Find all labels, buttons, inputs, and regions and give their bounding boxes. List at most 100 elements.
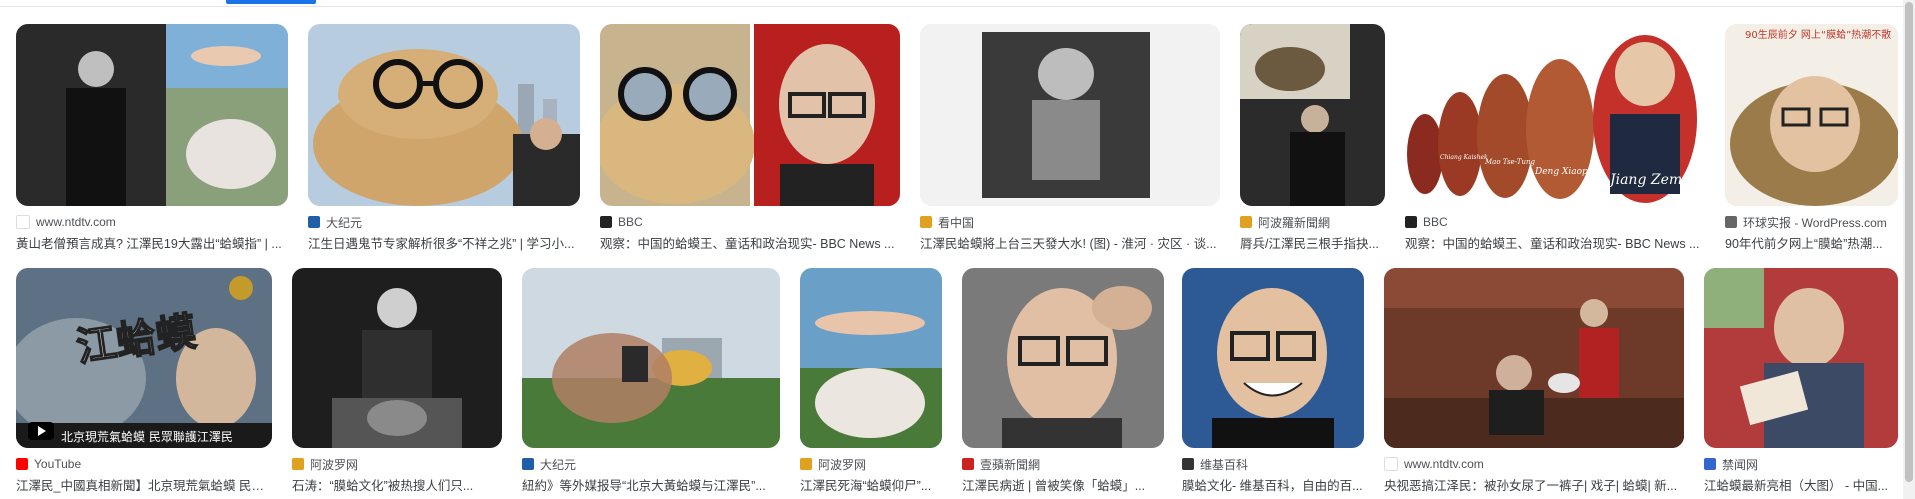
video-play-icon[interactable] — [28, 422, 54, 440]
result-image[interactable]: Jiang Zemin Deng Xiaoping Mao Tse-Tung C… — [1405, 24, 1705, 206]
result-card[interactable]: 90生辰前夕 网上“膜蛤”热潮不散 环球实报 - WordPress.com 9… — [1725, 24, 1898, 252]
result-card[interactable]: 阿波罗网 石涛：“膜蛤文化”被热搜人们只... — [292, 268, 502, 494]
source-name: YouTube — [34, 457, 82, 471]
result-title[interactable]: 江蛤蟆最新亮相（大图） - 中国... — [1704, 478, 1898, 494]
result-source[interactable]: BBC — [600, 214, 900, 230]
result-image[interactable] — [522, 268, 780, 448]
result-source[interactable]: www.ntdtv.com — [16, 214, 288, 230]
result-title[interactable]: 江澤民病逝 | 曾被笑像「蛤蟆」... — [962, 478, 1164, 494]
site-favicon-icon — [1384, 457, 1398, 471]
result-card[interactable]: 维基百科 膜蛤文化- 维基百科，自由的百... — [1182, 268, 1364, 494]
result-card[interactable]: BBC 观察：中国的蛤蟆王、童话和政治现实- BBC News ... — [600, 24, 900, 252]
source-name: 阿波罗网 — [310, 457, 359, 472]
result-title[interactable]: 观察：中国的蛤蟆王、童话和政治现实- BBC News ... — [600, 236, 900, 252]
source-name: www.ntdtv.com — [1404, 457, 1484, 471]
result-source[interactable]: 禁闻网 — [1704, 456, 1898, 472]
source-name: 阿波羅新聞網 — [1258, 215, 1331, 230]
site-favicon-icon — [1405, 216, 1417, 228]
source-name: 大纪元 — [540, 457, 577, 472]
source-name: 阿波罗网 — [818, 457, 867, 472]
result-card[interactable]: 大纪元 江生日遇鬼节专家解析很多“不祥之兆” | 学习小... — [308, 24, 580, 252]
result-title[interactable]: 紐約》等外媒报导“北京大黃蛤蟆与江澤民”... — [522, 478, 780, 494]
doll-signature: Jiang Zemin — [1607, 172, 1696, 188]
result-card[interactable]: 阿波羅新聞網 脣兵/江澤民三根手指抉... — [1240, 24, 1385, 252]
vertical-scrollbar[interactable] — [1903, 0, 1915, 499]
result-title[interactable]: 脣兵/江澤民三根手指抉... — [1240, 236, 1385, 252]
site-favicon-icon — [292, 458, 304, 470]
result-source[interactable]: 维基百科 — [1182, 456, 1364, 472]
result-card[interactable]: 江蛤蟆 北京現荒氣蛤蟆 民眾聯護江澤民 YouTube 江澤民_中國真相新聞】北… — [16, 268, 272, 494]
result-image[interactable] — [16, 24, 288, 206]
source-name: 禁闻网 — [1722, 457, 1759, 472]
result-source[interactable]: YouTube — [16, 456, 272, 472]
result-title[interactable]: 江澤民蛤蟆將上台三天發大水! (图) - 淮河 · 灾区 · 谈... — [920, 236, 1220, 252]
source-name: BBC — [618, 215, 643, 229]
result-image[interactable] — [600, 24, 900, 206]
result-image[interactable]: 江蛤蟆 北京現荒氣蛤蟆 民眾聯護江澤民 — [16, 268, 272, 448]
result-source[interactable]: 阿波罗网 — [292, 456, 502, 472]
source-name: 大纪元 — [326, 215, 363, 230]
source-name: 壹蘋新聞網 — [980, 457, 1041, 472]
frog-face-image: 90生辰前夕 网上“膜蛤”热潮不散 — [1725, 24, 1898, 206]
result-title[interactable]: 膜蛤文化- 维基百科，自由的百... — [1182, 478, 1364, 494]
result-image[interactable] — [962, 268, 1164, 448]
result-title[interactable]: 黃山老僧預言成真? 江澤民19大露出“蛤蟆指” | ... — [16, 236, 288, 252]
result-card[interactable]: www.ntdtv.com 黃山老僧預言成真? 江澤民19大露出“蛤蟆指” | … — [16, 24, 288, 252]
bw-podium-image — [292, 268, 502, 448]
source-name: 维基百科 — [1200, 457, 1249, 472]
result-title[interactable]: 石涛：“膜蛤文化”被热搜人们只... — [292, 478, 502, 494]
site-favicon-icon — [800, 458, 812, 470]
result-image[interactable]: 90生辰前夕 网上“膜蛤”热潮不散 — [1725, 24, 1898, 206]
result-title[interactable]: 江澤民死海“蛤蟆仰尸”... — [800, 478, 942, 494]
portrait-hand-head-image — [962, 268, 1164, 448]
site-favicon-icon — [1704, 458, 1716, 470]
source-name: BBC — [1423, 215, 1448, 229]
result-title[interactable]: 央视恶搞江泽民：被孙女尿了一裤子| 戏子| 蛤蟆| 新... — [1384, 478, 1684, 494]
hand-and-lake-image — [522, 268, 780, 448]
result-source[interactable]: 大纪元 — [522, 456, 780, 472]
result-image[interactable] — [292, 268, 502, 448]
doll-signature: Deng Xiaoping — [1534, 167, 1602, 177]
result-image[interactable] — [1384, 268, 1684, 448]
result-source[interactable]: 阿波罗网 — [800, 456, 942, 472]
result-source[interactable]: 看中国 — [920, 214, 1220, 230]
result-image[interactable] — [920, 24, 1220, 206]
result-card[interactable]: 壹蘋新聞網 江澤民病逝 | 曾被笑像「蛤蟆」... — [962, 268, 1164, 494]
swim-frog-image — [800, 268, 942, 448]
result-source[interactable]: 阿波羅新聞網 — [1240, 214, 1385, 230]
site-favicon-icon — [920, 216, 932, 228]
result-image[interactable] — [1240, 24, 1385, 206]
source-name: 看中国 — [938, 215, 975, 230]
scrollbar-thumb[interactable] — [1905, 2, 1913, 482]
result-title[interactable]: 观察：中国的蛤蟆王、童话和政治现实- BBC News ... — [1405, 236, 1705, 252]
result-title[interactable]: 江澤民_中國真相新聞】北京現荒氣蛤蟆 民眾... — [16, 478, 272, 494]
result-source[interactable]: BBC — [1405, 214, 1705, 230]
result-card[interactable]: Jiang Zemin Deng Xiaoping Mao Tse-Tung C… — [1405, 24, 1705, 252]
result-card[interactable]: 大纪元 紐約》等外媒报导“北京大黃蛤蟆与江澤民”... — [522, 268, 780, 494]
result-card[interactable]: www.ntdtv.com 央视恶搞江泽民：被孙女尿了一裤子| 戏子| 蛤蟆| … — [1384, 268, 1684, 494]
site-favicon-icon — [308, 216, 320, 228]
result-source[interactable]: 环球实报 - WordPress.com — [1725, 214, 1898, 230]
nesting-dolls-image: Jiang Zemin Deng Xiaoping Mao Tse-Tung C… — [1405, 24, 1705, 206]
result-image[interactable] — [1704, 268, 1898, 448]
cartoon-image — [920, 24, 1220, 206]
frog-caption: 90生辰前夕 网上“膜蛤”热潮不散 — [1745, 28, 1891, 41]
toad-glasses-image — [308, 24, 580, 206]
result-card[interactable]: 阿波罗网 江澤民死海“蛤蟆仰尸”... — [800, 268, 942, 494]
result-card[interactable]: 看中国 江澤民蛤蟆將上台三天發大水! (图) - 淮河 · 灾区 · 谈... — [920, 24, 1220, 252]
result-source[interactable]: 壹蘋新聞網 — [962, 456, 1164, 472]
conference-image — [1384, 268, 1684, 448]
result-title[interactable]: 90年代前夕网上“膜蛤”热潮... — [1725, 236, 1898, 252]
result-card[interactable]: 禁闻网 江蛤蟆最新亮相（大图） - 中国... — [1704, 268, 1898, 494]
result-image[interactable] — [800, 268, 942, 448]
result-title[interactable]: 江生日遇鬼节专家解析很多“不祥之兆” | 学习小... — [308, 236, 580, 252]
youtube-icon — [16, 458, 28, 470]
result-image[interactable] — [308, 24, 580, 206]
active-tab-indicator — [226, 0, 316, 4]
site-favicon-icon — [16, 215, 30, 229]
site-favicon-icon — [522, 458, 534, 470]
video-thumbnail-image: 江蛤蟆 北京現荒氣蛤蟆 民眾聯護江澤民 — [16, 268, 272, 448]
result-image[interactable] — [1182, 268, 1364, 448]
result-source[interactable]: 大纪元 — [308, 214, 580, 230]
result-source[interactable]: www.ntdtv.com — [1384, 456, 1684, 472]
